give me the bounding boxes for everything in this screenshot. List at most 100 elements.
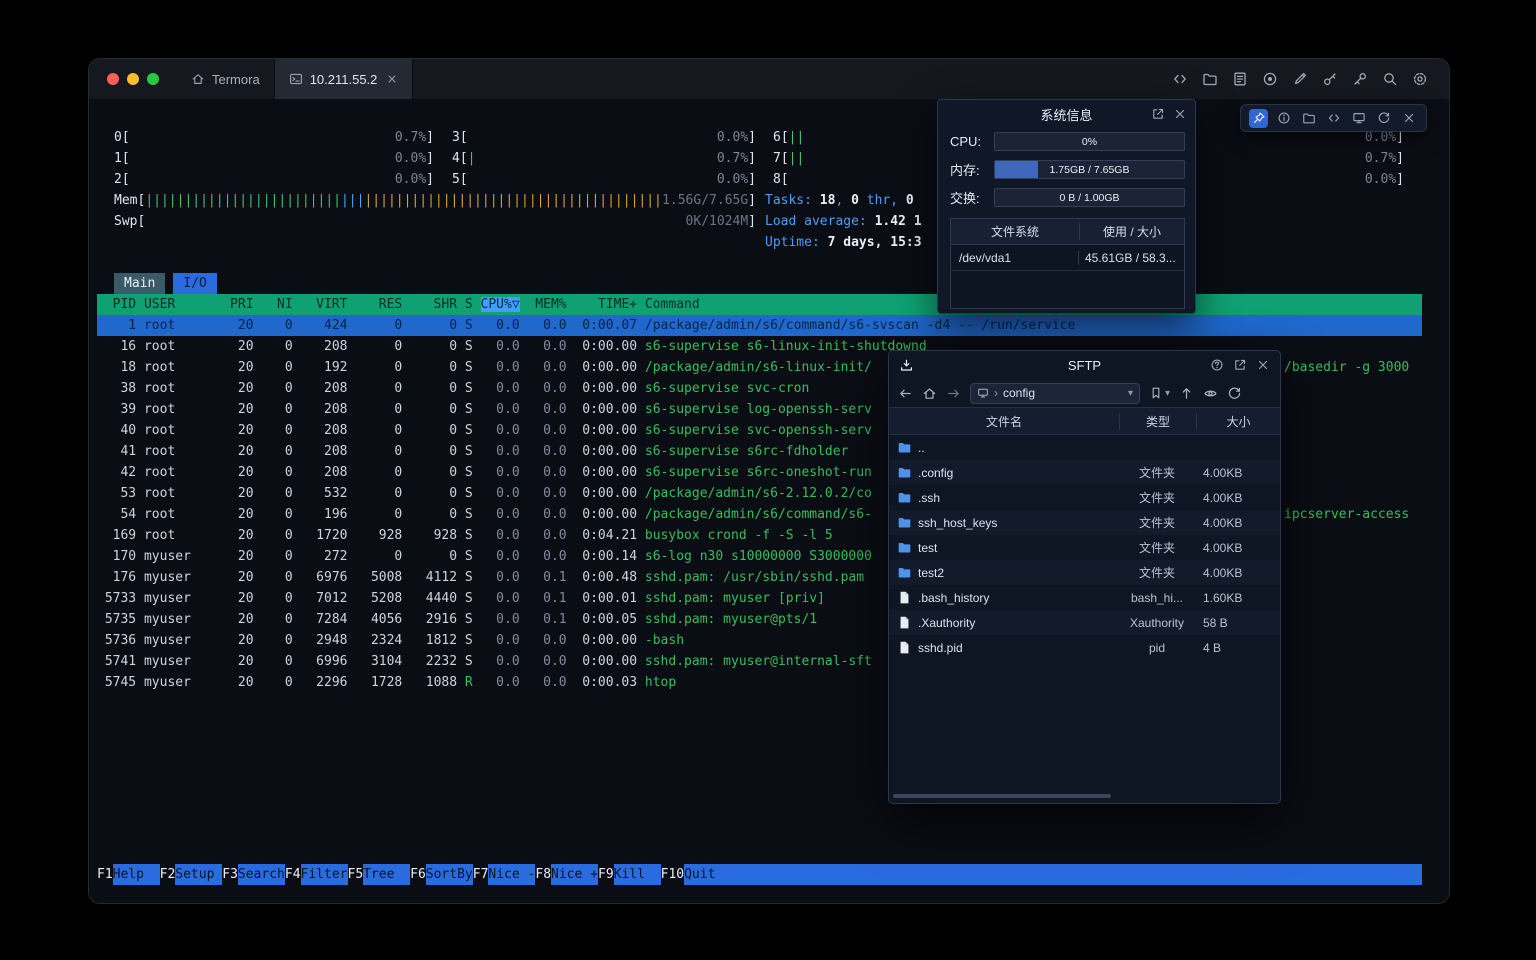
file-name: .ssh: [918, 491, 940, 505]
widget-folder-button[interactable]: [1299, 109, 1318, 128]
file-size: 4.00KB: [1195, 516, 1280, 530]
file-name: ..: [918, 441, 925, 455]
file-type: 文件夹: [1119, 514, 1195, 531]
search-button[interactable]: [1381, 70, 1399, 88]
cpu-meter-3: 3[0.0%]: [452, 127, 756, 148]
file-type: 文件夹: [1119, 489, 1195, 506]
close-sftp-icon[interactable]: [1256, 358, 1270, 372]
detach-sftp-icon[interactable]: [1233, 358, 1247, 372]
column-filename[interactable]: 文件名: [889, 413, 1120, 430]
fn-f3-search[interactable]: F3Search: [222, 864, 285, 885]
file-name: ssh_host_keys: [918, 516, 997, 530]
swap-label: 交换:: [950, 188, 986, 207]
column-type[interactable]: 类型: [1120, 413, 1197, 430]
fn-f5-tree[interactable]: F5Tree: [348, 864, 411, 885]
process-table-header[interactable]: PID USER PRI NI VIRT RES SHR S CPU%▽ MEM…: [97, 294, 1422, 315]
file-row-.config[interactable]: .config文件夹4.00KB: [889, 460, 1280, 485]
column-size[interactable]: 大小: [1197, 413, 1280, 430]
search-icon: [1382, 71, 1398, 87]
file-table-body: ...config文件夹4.00KB.ssh文件夹4.00KBssh_host_…: [889, 435, 1280, 660]
keychain-button[interactable]: [1351, 70, 1369, 88]
bookmark-icon: [1149, 386, 1163, 400]
close-window-button[interactable]: [107, 73, 119, 85]
file-row-test[interactable]: test文件夹4.00KB: [889, 535, 1280, 560]
file-row-sshd.pid[interactable]: sshd.pidpid4 B: [889, 635, 1280, 660]
cpu-meter-2: 2[0.0%]: [114, 169, 434, 190]
tab-termora[interactable]: Termora: [177, 59, 274, 99]
widget-refresh-button[interactable]: [1374, 109, 1393, 128]
widget-close-button[interactable]: [1399, 109, 1418, 128]
file-type: 文件夹: [1119, 539, 1195, 556]
widget-display-button[interactable]: [1349, 109, 1368, 128]
system-info-titlebar: 系统信息: [938, 100, 1195, 128]
fn-f6-sortby[interactable]: F6SortBy: [410, 864, 473, 885]
log-button[interactable]: [1231, 70, 1249, 88]
system-info-panel: 系统信息 CPU:0%内存:1.75GB / 7.65GB交换:0 B / 1.…: [937, 99, 1196, 314]
fn-f10-quit[interactable]: F10Quit: [661, 864, 731, 885]
folder-icon: [1302, 111, 1316, 125]
tab-10-211-55-2[interactable]: 10.211.55.2: [274, 59, 414, 99]
fn-f8-nice[interactable]: F8Nice +: [535, 864, 598, 885]
settings-button[interactable]: [1411, 70, 1429, 88]
close-panel-icon[interactable]: [1173, 107, 1187, 121]
record-button[interactable]: [1261, 70, 1279, 88]
widget-code-button[interactable]: [1324, 109, 1343, 128]
widget-info-button[interactable]: [1274, 109, 1293, 128]
titlebar: Termora 10.211.55.2: [89, 59, 1449, 99]
close-tab-icon[interactable]: [386, 73, 398, 85]
disk-table-header: 文件系统使用 / 大小: [951, 219, 1184, 245]
file-row-.bash_history[interactable]: .bash_historybash_hi...1.60KB: [889, 585, 1280, 610]
disk-row[interactable]: /dev/vda145.61GB / 58.3...: [951, 245, 1184, 271]
tab-label: 10.211.55.2: [310, 72, 378, 87]
key-button[interactable]: [1321, 70, 1339, 88]
cpu-meter-4: 4[|0.7%]: [452, 148, 756, 169]
sftp-titlebar: SFTP: [889, 351, 1280, 379]
edit-button[interactable]: [1291, 70, 1309, 88]
htop-tab-io[interactable]: I/O: [173, 273, 216, 294]
swap-metric: 交换:0 B / 1.00GB: [938, 184, 1195, 212]
file-row-.ssh[interactable]: .ssh文件夹4.00KB: [889, 485, 1280, 510]
fn-f7-nice[interactable]: F7Nice -: [473, 864, 536, 885]
file-row-.Xauthority[interactable]: .XauthorityXauthority58 B: [889, 610, 1280, 635]
cpu-meter-0: 0[0.7%]: [114, 127, 434, 148]
disk-table-empty: [951, 271, 1184, 308]
file-row-test2[interactable]: test2文件夹4.00KB: [889, 560, 1280, 585]
help-icon[interactable]: [1210, 358, 1224, 372]
code-icon: [1172, 71, 1188, 87]
home-icon[interactable]: [922, 386, 937, 401]
pin-icon: [1252, 111, 1266, 125]
file-size: 4.00KB: [1195, 541, 1280, 555]
file-row-..[interactable]: ..: [889, 435, 1280, 460]
show-hidden-icon[interactable]: [1203, 386, 1218, 401]
fn-f9-kill[interactable]: F9Kill: [598, 864, 661, 885]
current-path: config: [1003, 386, 1035, 400]
parent-dir-icon[interactable]: [1179, 386, 1194, 401]
widget-pin-button[interactable]: [1249, 109, 1268, 128]
memory-bar: 1.75GB / 7.65GB: [994, 160, 1185, 179]
home-icon: [191, 72, 205, 86]
zoom-window-button[interactable]: [147, 73, 159, 85]
code-button[interactable]: [1171, 70, 1189, 88]
file-row-ssh_host_keys[interactable]: ssh_host_keys 文件夹4.00KB: [889, 510, 1280, 535]
folder-button[interactable]: [1201, 70, 1219, 88]
memory-value: 1.75GB / 7.65GB: [995, 161, 1184, 178]
path-selector[interactable]: › config ▾: [970, 383, 1140, 404]
process-row-1[interactable]: 1 root 20 0 424 0 0 S 0.0 0.0 0:00.07 /p…: [97, 315, 1422, 336]
minimize-window-button[interactable]: [127, 73, 139, 85]
new-tab-button[interactable]: [413, 59, 449, 99]
forward-icon[interactable]: [946, 386, 961, 401]
file-size: 4.00KB: [1195, 566, 1280, 580]
fn-f1-help[interactable]: F1Help: [97, 864, 160, 885]
horizontal-scrollbar-thumb[interactable]: [893, 794, 1111, 798]
fn-f4-filter[interactable]: F4Filter: [285, 864, 348, 885]
back-icon[interactable]: [898, 386, 913, 401]
detach-panel-icon[interactable]: [1151, 107, 1165, 121]
sort-column-cpu[interactable]: CPU%▽: [481, 297, 520, 312]
fn-f2-setup[interactable]: F2Setup: [160, 864, 223, 885]
tab-bar: Termora 10.211.55.2: [177, 59, 449, 99]
path-dropdown-icon[interactable]: ▾: [1128, 388, 1133, 399]
refresh-icon[interactable]: [1227, 386, 1242, 401]
htop-tab-main[interactable]: Main: [114, 273, 165, 294]
bookmarks-button[interactable]: ▾: [1149, 386, 1170, 400]
info-icon: [1277, 111, 1291, 125]
